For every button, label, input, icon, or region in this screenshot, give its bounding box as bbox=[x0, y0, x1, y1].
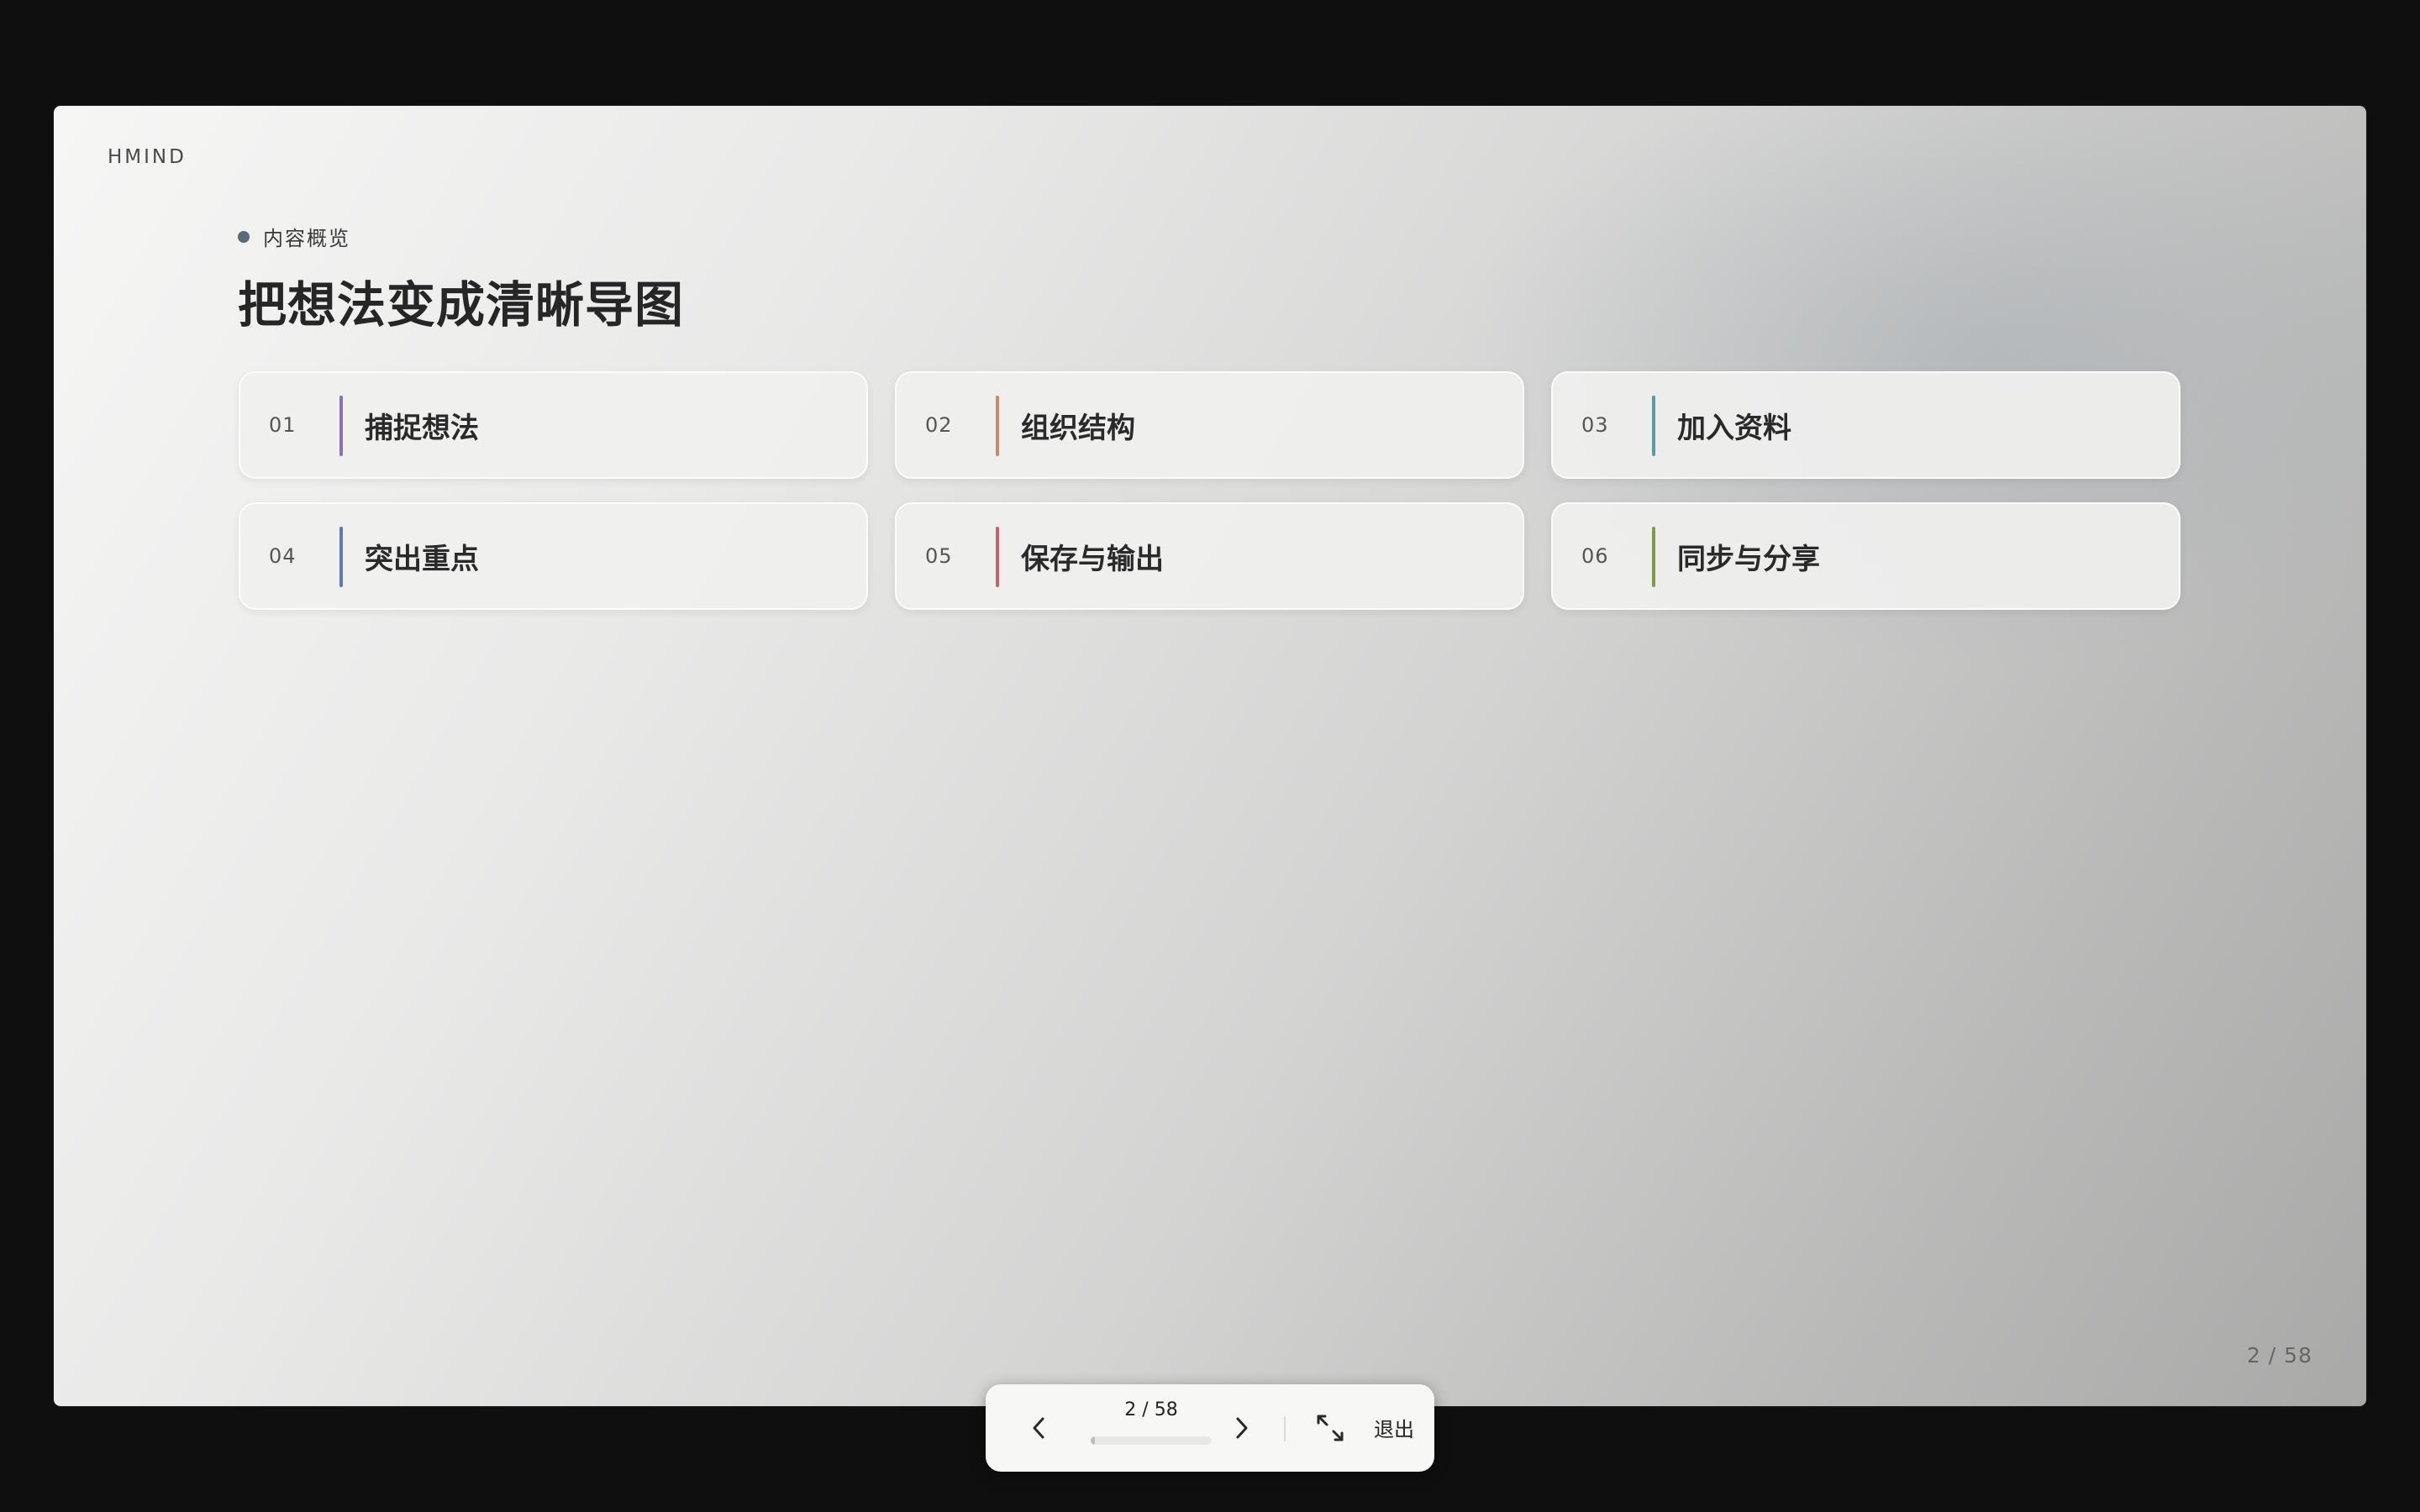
controls-divider bbox=[1284, 1416, 1286, 1441]
card-accent-bar bbox=[1652, 396, 1655, 456]
fit-screen-button[interactable] bbox=[1307, 1404, 1354, 1452]
card-label: 同步与分享 bbox=[1677, 542, 1820, 576]
card-accent-bar bbox=[339, 527, 343, 587]
card-number: 03 bbox=[1581, 413, 1609, 437]
overview-card[interactable]: 06 同步与分享 bbox=[1551, 502, 2181, 610]
section-eyebrow: 内容概览 bbox=[238, 222, 350, 251]
slide-counter: 2 / 58 bbox=[1076, 1399, 1226, 1458]
card-label: 捕捉想法 bbox=[365, 411, 479, 445]
card-number: 02 bbox=[925, 413, 953, 437]
overview-card[interactable]: 03 加入资料 bbox=[1551, 371, 2181, 479]
card-label: 组织结构 bbox=[1021, 411, 1135, 445]
overview-card[interactable]: 01 捕捉想法 bbox=[239, 371, 868, 479]
brand-logo-text: HMIND bbox=[108, 146, 187, 168]
card-accent-bar bbox=[996, 527, 999, 587]
card-number: 06 bbox=[1581, 544, 1609, 568]
slide: HMIND 内容概览 把想法变成清晰导图 01 捕捉想法 02 组织结构 03 … bbox=[54, 106, 2366, 1406]
card-label: 突出重点 bbox=[365, 542, 479, 576]
counter-text: 2 / 58 bbox=[1124, 1399, 1178, 1420]
card-number: 05 bbox=[925, 544, 953, 568]
previous-slide-button[interactable] bbox=[1016, 1404, 1063, 1452]
chevron-right-icon bbox=[1236, 1417, 1248, 1439]
card-accent-bar bbox=[339, 396, 343, 456]
card-number: 04 bbox=[269, 544, 297, 568]
card-label: 加入资料 bbox=[1677, 411, 1791, 445]
slide-page-indicator: 2 / 58 bbox=[2246, 1343, 2312, 1368]
overview-card[interactable]: 04 突出重点 bbox=[239, 502, 868, 610]
progress-bar[interactable] bbox=[1091, 1436, 1212, 1445]
slide-title: 把想法变成清晰导图 bbox=[238, 276, 685, 333]
card-accent-bar bbox=[1652, 527, 1655, 587]
overview-card[interactable]: 05 保存与输出 bbox=[895, 502, 1524, 610]
chevron-left-icon bbox=[1033, 1417, 1044, 1439]
card-accent-bar bbox=[996, 396, 999, 456]
eyebrow-label: 内容概览 bbox=[263, 227, 350, 250]
bullet-dot-icon bbox=[238, 230, 250, 243]
exit-button[interactable]: 退出 bbox=[1374, 1413, 1414, 1442]
progress-fill bbox=[1091, 1436, 1095, 1445]
presentation-controls: 2 / 58 退出 bbox=[986, 1384, 1434, 1472]
fit-screen-icon bbox=[1317, 1415, 1344, 1441]
overview-card[interactable]: 02 组织结构 bbox=[895, 371, 1524, 479]
overview-card-grid: 01 捕捉想法 02 组织结构 03 加入资料 04 突出重点 05 保存与输出… bbox=[239, 371, 2183, 610]
presentation-screen: HMIND 内容概览 把想法变成清晰导图 01 捕捉想法 02 组织结构 03 … bbox=[0, 0, 2420, 1512]
next-slide-button[interactable] bbox=[1218, 1404, 1265, 1452]
card-label: 保存与输出 bbox=[1021, 542, 1164, 576]
card-number: 01 bbox=[269, 413, 297, 437]
